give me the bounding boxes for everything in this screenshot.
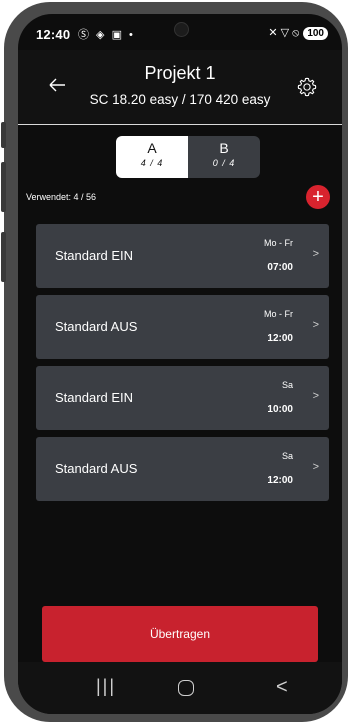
channel-tab-label: A	[147, 140, 157, 156]
phone-frame: 12:40 Ⓢ ◈ ▣ • ✕ ▽ ⦸ 100 Projekt 1 SC 18.…	[1, 2, 348, 722]
program-time: 12:00	[267, 333, 293, 344]
program-name: Standard EIN	[55, 390, 134, 405]
program-name: Standard EIN	[55, 248, 134, 263]
channel-tab-count: 4 / 4	[140, 158, 164, 168]
chevron-right-icon: >	[312, 319, 319, 331]
list-item[interactable]: Standard EIN Sa 10:00 >	[36, 366, 329, 430]
status-notification-icons: Ⓢ ◈ ▣ •	[78, 29, 135, 41]
program-name: Standard AUS	[55, 319, 138, 334]
transfer-button[interactable]: Übertragen	[42, 606, 318, 662]
channel-tab-b[interactable]: B 0 / 4	[188, 136, 260, 178]
android-nav-bar: ||| <	[18, 662, 342, 714]
list-item[interactable]: Standard AUS Mo - Fr 12:00 >	[36, 295, 329, 359]
status-bar: 12:40 Ⓢ ◈ ▣ • ✕ ▽ ⦸ 100	[18, 14, 342, 50]
add-program-button[interactable]: +	[306, 185, 330, 209]
program-days: Mo - Fr	[264, 309, 293, 319]
program-days: Sa	[281, 380, 293, 390]
header-divider	[18, 124, 342, 125]
channel-tab-count: 0 / 4	[212, 158, 236, 168]
camera-icon	[174, 22, 189, 37]
list-item[interactable]: Standard EIN Mo - Fr 07:00 >	[36, 224, 329, 288]
program-time: 07:00	[267, 262, 293, 273]
chevron-right-icon: >	[312, 461, 319, 473]
gear-icon[interactable]	[296, 76, 318, 98]
program-time: 12:00	[267, 475, 293, 486]
side-button	[1, 122, 6, 148]
settings-gear-icon	[297, 77, 317, 97]
app-screen: 12:40 Ⓢ ◈ ▣ • ✕ ▽ ⦸ 100 Projekt 1 SC 18.…	[18, 14, 342, 714]
app-header: Projekt 1 SC 18.20 easy / 170 420 easy	[18, 50, 342, 124]
program-list: Standard EIN Mo - Fr 07:00 > Standard AU…	[36, 224, 329, 508]
nav-back-icon[interactable]: <	[276, 676, 288, 699]
device-subtitle: SC 18.20 easy / 170 420 easy	[89, 92, 271, 107]
program-time: 10:00	[267, 404, 293, 415]
channel-tab-label: B	[219, 140, 229, 156]
recent-apps-icon[interactable]: |||	[96, 676, 116, 697]
program-days: Mo - Fr	[264, 238, 293, 248]
status-time: 12:40	[36, 27, 71, 42]
plus-circle-icon: +	[312, 186, 324, 208]
program-days: Sa	[281, 451, 293, 461]
program-name: Standard AUS	[55, 461, 138, 476]
page-title: Projekt 1	[144, 63, 216, 83]
signal-wifi-icons: ✕ ▽ ⦸	[268, 27, 300, 39]
side-button	[1, 162, 6, 212]
status-system-icons: ✕ ▽ ⦸ 100	[268, 26, 328, 40]
used-counter: Verwendet: 4 / 56	[26, 192, 97, 202]
chevron-right-icon: >	[312, 248, 319, 260]
channel-selector: A 4 / 4 B 0 / 4	[116, 136, 260, 178]
battery-icon: 100	[303, 26, 328, 40]
channel-tab-a[interactable]: A 4 / 4	[116, 136, 188, 178]
home-icon[interactable]	[178, 680, 194, 696]
list-item[interactable]: Standard AUS Sa 12:00 >	[36, 437, 329, 501]
chevron-right-icon: >	[312, 390, 319, 402]
side-button	[1, 232, 6, 282]
